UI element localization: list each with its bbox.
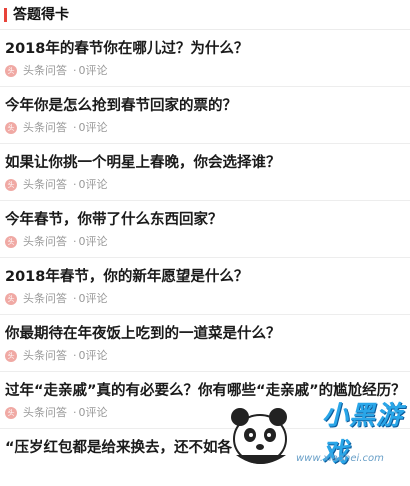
question-meta: 头 头条问答 · 0评论 — [5, 120, 108, 136]
source-name: 头条问答 — [23, 292, 67, 305]
section-accent-bar — [4, 8, 7, 22]
question-item[interactable]: 你最期待在年夜饭上吃到的一道菜是什么？ 头 头条问答 · 0评论 — [0, 315, 410, 372]
source-name: 头条问答 — [23, 406, 67, 419]
question-title[interactable]: 今年你是怎么抢到春节回家的票的？ — [5, 96, 404, 116]
comment-count: 0评论 — [78, 406, 108, 419]
question-meta: 头 头条问答 · 0评论 — [5, 234, 108, 250]
question-title[interactable]: 2018年春节，你的新年愿望是什么？ — [5, 267, 404, 287]
watermark-logo: 小黑游戏 www.xiaohei.com — [212, 393, 410, 468]
source-name: 头条问答 — [23, 121, 67, 134]
question-title[interactable]: 你最期待在年夜饭上吃到的一道菜是什么？ — [5, 324, 404, 344]
source-logo-icon: 头 — [5, 407, 17, 419]
question-title[interactable]: 如果让你挑一个明星上春晚，你会选择谁？ — [5, 153, 404, 173]
source-logo-icon: 头 — [5, 122, 17, 134]
question-item[interactable]: 今年你是怎么抢到春节回家的票的？ 头 头条问答 · 0评论 — [0, 87, 410, 144]
separator-dot: · — [73, 406, 77, 419]
separator-dot: · — [73, 235, 77, 248]
separator-dot: · — [73, 121, 77, 134]
question-meta: 头 头条问答 · 0评论 — [5, 177, 108, 193]
source-logo-icon: 头 — [5, 350, 17, 362]
separator-dot: · — [73, 178, 77, 191]
comment-count: 0评论 — [78, 121, 108, 134]
comment-count: 0评论 — [78, 235, 108, 248]
question-meta: 头 头条问答 · 0评论 — [5, 348, 108, 364]
comment-count: 0评论 — [78, 292, 108, 305]
comment-count: 0评论 — [78, 349, 108, 362]
question-meta: 头 头条问答 · 0评论 — [5, 405, 108, 421]
source-name: 头条问答 — [23, 64, 67, 77]
question-item[interactable]: 今年春节，你带了什么东西回家？ 头 头条问答 · 0评论 — [0, 201, 410, 258]
source-name: 头条问答 — [23, 178, 67, 191]
source-logo-icon: 头 — [5, 293, 17, 305]
source-name: 头条问答 — [23, 235, 67, 248]
source-logo-icon: 头 — [5, 65, 17, 77]
section-title: 答题得卡 — [13, 7, 69, 23]
watermark-url: www.xiaohei.com — [296, 453, 384, 464]
separator-dot: · — [73, 349, 77, 362]
source-logo-icon: 头 — [5, 236, 17, 248]
comment-count: 0评论 — [78, 64, 108, 77]
question-title[interactable]: 今年春节，你带了什么东西回家？ — [5, 210, 404, 230]
question-meta: 头 头条问答 · 0评论 — [5, 291, 108, 307]
separator-dot: · — [73, 64, 77, 77]
question-meta: 头 头条问答 · 0评论 — [5, 63, 108, 79]
question-title[interactable]: 2018年的春节你在哪儿过？为什么？ — [5, 39, 404, 59]
separator-dot: · — [73, 292, 77, 305]
question-item[interactable]: 2018年的春节你在哪儿过？为什么？ 头 头条问答 · 0评论 — [0, 30, 410, 87]
section-header: 答题得卡 — [0, 0, 410, 30]
question-item[interactable]: 如果让你挑一个明星上春晚，你会选择谁？ 头 头条问答 · 0评论 — [0, 144, 410, 201]
comment-count: 0评论 — [78, 178, 108, 191]
source-logo-icon: 头 — [5, 179, 17, 191]
question-item[interactable]: 2018年春节，你的新年愿望是什么？ 头 头条问答 · 0评论 — [0, 258, 410, 315]
source-name: 头条问答 — [23, 349, 67, 362]
